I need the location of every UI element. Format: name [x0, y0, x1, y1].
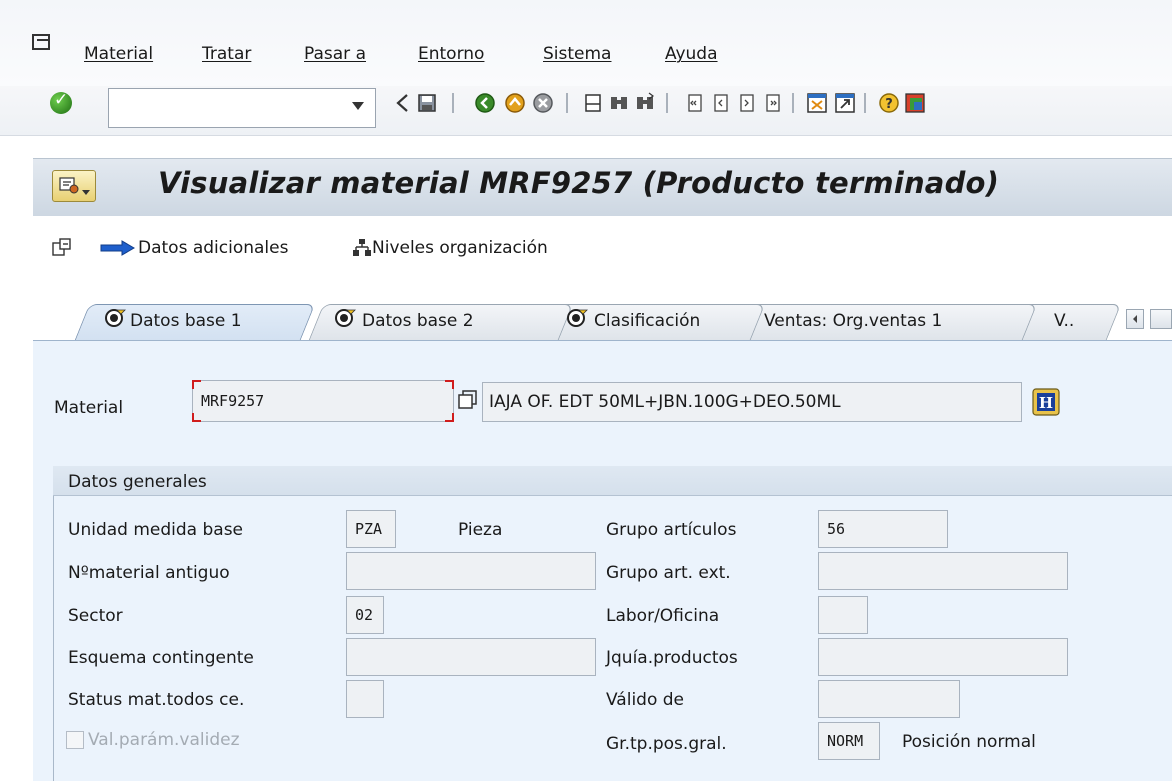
arrow-right-icon — [100, 240, 135, 256]
toolbar-separator — [452, 93, 454, 113]
required-marker-icon — [192, 380, 201, 389]
division-label: Sector — [68, 606, 123, 626]
chevron-left-icon — [1133, 315, 1137, 323]
tab-status-icon — [105, 309, 126, 327]
svg-text:H: H — [1039, 394, 1053, 412]
toolbar-separator — [666, 93, 668, 113]
tab-scroll-left-button[interactable] — [1126, 309, 1144, 329]
base-uom-label: Unidad medida base — [68, 520, 244, 540]
hierarchy-label: Jquía.productos — [606, 648, 738, 668]
menu-entorno[interactable]: Entorno — [418, 44, 484, 64]
lab-office-label: Labor/Oficina — [606, 606, 720, 626]
xplant-status-field[interactable] — [346, 680, 384, 718]
page-title: Visualizar material MRF9257 (Producto te… — [158, 166, 1000, 200]
find-icon[interactable] — [608, 92, 630, 114]
tab-datos-base-1-label: Datos base 1 — [130, 311, 242, 331]
enter-icon[interactable] — [50, 90, 72, 114]
base-uom-text: Pieza — [458, 520, 503, 540]
previous-page-icon[interactable] — [710, 92, 732, 114]
tab-ventas-more-label: V.. — [1054, 311, 1075, 331]
exit-icon[interactable] — [504, 92, 526, 114]
system-menu-icon[interactable] — [32, 34, 50, 50]
help-icon[interactable]: ? — [878, 92, 900, 114]
item-category-text: Posición normal — [902, 732, 1036, 752]
tab-scroll-right-button[interactable] — [1150, 309, 1172, 329]
item-category-label: Gr.tp.pos.gral. — [606, 734, 727, 754]
menu-sistema[interactable]: Sistema — [543, 44, 611, 64]
lab-office-field[interactable] — [818, 596, 868, 634]
object-services-button[interactable] — [52, 170, 96, 202]
back-nav-icon[interactable] — [474, 92, 496, 114]
allocation-field[interactable] — [346, 638, 596, 676]
tab-status-icon — [567, 309, 588, 327]
chevron-down-icon — [82, 190, 90, 195]
valid-from-label: Válido de — [606, 690, 685, 710]
ext-group-field[interactable] — [818, 552, 1068, 590]
tab-clasificacion-label: Clasificación — [594, 311, 701, 331]
object-services-icon — [59, 177, 79, 194]
menu-ayuda[interactable]: Ayuda — [665, 44, 718, 64]
print-icon[interactable] — [582, 92, 604, 114]
last-page-icon[interactable] — [762, 92, 784, 114]
first-page-icon[interactable] — [684, 92, 706, 114]
menu-pasar-a[interactable]: Pasar a — [304, 44, 366, 64]
material-group-field[interactable]: 56 — [818, 510, 948, 548]
menu-material[interactable]: Material — [84, 44, 153, 64]
old-material-label: Nºmaterial antiguo — [68, 563, 230, 583]
org-levels-icon — [353, 239, 371, 256]
valid-params-checkbox[interactable] — [66, 731, 84, 749]
material-label: Material — [54, 398, 124, 418]
general-data-title: Datos generales — [68, 472, 207, 492]
chevron-down-icon[interactable] — [352, 102, 364, 110]
next-page-icon[interactable] — [736, 92, 758, 114]
find-next-icon[interactable] — [634, 92, 656, 114]
material-group-label: Grupo artículos — [606, 520, 737, 540]
ext-group-label: Grupo art. ext. — [606, 563, 731, 583]
toolbar-separator — [864, 93, 866, 113]
tab-status-icon — [335, 309, 356, 327]
general-data-group-header — [53, 466, 1172, 496]
valid-from-field[interactable] — [818, 680, 960, 718]
toolbar-separator — [792, 93, 794, 113]
save-icon[interactable] — [416, 92, 438, 114]
cancel-icon[interactable] — [532, 92, 554, 114]
command-field[interactable] — [108, 88, 376, 128]
menu-tratar[interactable]: Tratar — [202, 44, 251, 64]
required-marker-icon — [192, 413, 201, 422]
sap-gui-window: Material Tratar Pasar a Entorno Sistema … — [0, 0, 1172, 781]
old-material-field[interactable] — [346, 552, 596, 590]
required-marker-icon — [445, 380, 454, 389]
create-session-icon[interactable] — [806, 92, 828, 114]
info-icon[interactable]: H — [1032, 388, 1060, 416]
menu-bar — [0, 0, 1172, 86]
tab-ventas-org-label: Ventas: Org.ventas 1 — [764, 311, 943, 331]
back-icon[interactable] — [392, 92, 414, 114]
toolbar-separator — [566, 93, 568, 113]
base-uom-field[interactable]: PZA — [346, 510, 396, 548]
other-material-icon[interactable] — [52, 237, 72, 257]
item-category-field[interactable]: NORM — [818, 722, 880, 760]
material-field[interactable]: MRF9257 — [192, 380, 454, 422]
required-marker-icon — [445, 413, 454, 422]
allocation-label: Esquema contingente — [68, 648, 254, 668]
svg-text:?: ? — [885, 97, 893, 112]
valid-params-label: Val.parám.validez — [88, 730, 240, 750]
copy-icon[interactable] — [458, 390, 478, 410]
division-field[interactable]: 02 — [346, 596, 384, 634]
xplant-status-label: Status mat.todos ce. — [68, 690, 245, 710]
hierarchy-field[interactable] — [818, 638, 1068, 676]
material-description-field[interactable]: IAJA OF. EDT 50ML+JBN.100G+DEO.50ML — [482, 382, 1022, 422]
customize-layout-icon[interactable] — [904, 92, 926, 114]
additional-data-button[interactable]: Datos adicionales — [138, 238, 288, 258]
shortcut-icon[interactable] — [834, 92, 856, 114]
org-levels-button[interactable]: Niveles organización — [372, 238, 548, 258]
tab-datos-base-2-label: Datos base 2 — [362, 311, 474, 331]
